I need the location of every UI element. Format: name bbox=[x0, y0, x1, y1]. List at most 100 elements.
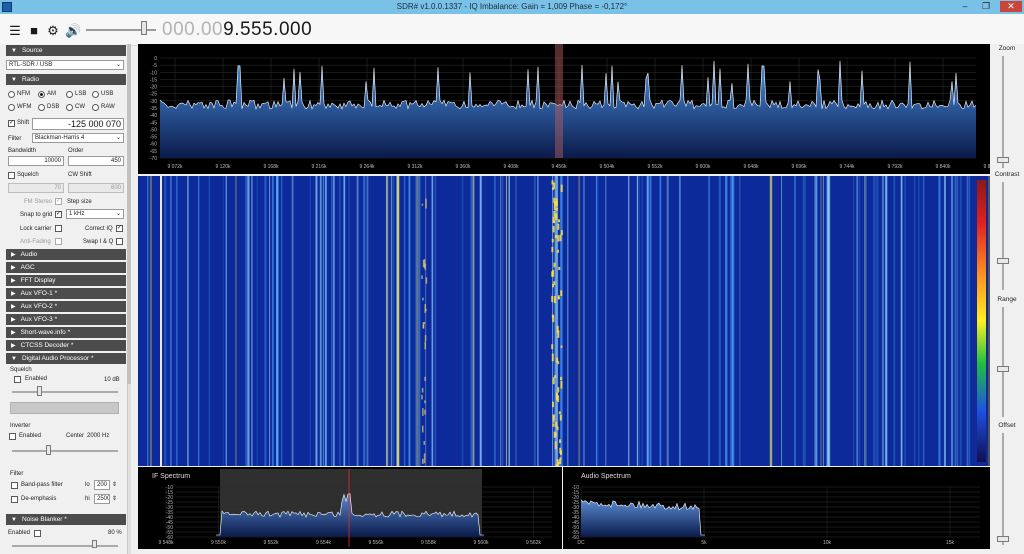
shift-input[interactable]: -125 000 070 bbox=[32, 118, 124, 130]
section-radio[interactable]: ▼ Radio bbox=[6, 74, 126, 85]
mode-radio-dsb[interactable] bbox=[38, 104, 45, 111]
mode-radio-raw[interactable] bbox=[92, 104, 99, 111]
snap-checkbox[interactable]: ✓ bbox=[55, 211, 62, 218]
speaker-icon[interactable]: 🔊 bbox=[65, 24, 81, 38]
signal-burst bbox=[557, 223, 560, 230]
waterfall-plot[interactable] bbox=[138, 176, 990, 471]
nb-enabled-checkbox[interactable] bbox=[34, 530, 41, 537]
stepsize-select[interactable]: 1 kHz ⌄ bbox=[66, 209, 124, 219]
shift-checkbox[interactable]: ✓ bbox=[8, 120, 15, 127]
chevron-down-icon: ⌄ bbox=[115, 62, 121, 68]
order-stepper[interactable]: 450 bbox=[68, 156, 124, 166]
close-button[interactable]: ✕ bbox=[1000, 1, 1022, 12]
signal-burst bbox=[559, 414, 562, 421]
signal-trace bbox=[149, 176, 152, 466]
frequency-active-digits[interactable]: 9.555.000 bbox=[223, 19, 312, 40]
dap-squelch-slider-thumb[interactable] bbox=[37, 386, 42, 396]
offset-slider-thumb[interactable] bbox=[997, 536, 1009, 542]
section-noise-blanker[interactable]: ▼ Noise Blanker * bbox=[6, 514, 126, 525]
section-shortwave[interactable]: ▶ Short-wave.info * bbox=[6, 327, 126, 338]
menu-icon[interactable]: ☰ bbox=[8, 24, 22, 38]
section-aux2[interactable]: ▶ Aux VFO-2 * bbox=[6, 301, 126, 312]
mode-radio-lsb[interactable] bbox=[66, 91, 73, 98]
mode-radio-cw[interactable] bbox=[66, 104, 73, 111]
maximize-button[interactable]: ❐ bbox=[979, 1, 993, 12]
main-spectrum-plot[interactable]: 0-5-10-15 -20-25-30-35-40-45-50 -55-60-65-… bbox=[138, 44, 999, 174]
signal-trace bbox=[781, 176, 782, 466]
contrast-slider-track[interactable] bbox=[1002, 182, 1004, 290]
signal-burst bbox=[424, 376, 426, 381]
frequency-display[interactable]: 000.009.555.000 bbox=[162, 19, 312, 43]
waterfall[interactable] bbox=[138, 176, 990, 471]
section-aux1[interactable]: ▶ Aux VFO-1 * bbox=[6, 288, 126, 299]
x-tick-label: 9 264k bbox=[359, 164, 375, 170]
bandpass-checkbox[interactable] bbox=[11, 482, 18, 489]
center-slider-thumb[interactable] bbox=[46, 445, 51, 455]
correctiq-checkbox[interactable]: ✓ bbox=[116, 225, 123, 232]
signal-trace bbox=[309, 176, 311, 466]
signal-burst bbox=[560, 230, 563, 236]
nb-slider-track[interactable] bbox=[12, 545, 118, 547]
range-slider-track[interactable] bbox=[1002, 307, 1004, 417]
inverter-checkbox[interactable] bbox=[9, 433, 16, 440]
signal-trace bbox=[198, 176, 200, 466]
section-fft[interactable]: ▶ FFT Display bbox=[6, 275, 126, 286]
mode-radio-nfm[interactable] bbox=[8, 91, 15, 98]
expand-arrow-icon: ▶ bbox=[11, 343, 16, 349]
mode-radio-am[interactable] bbox=[38, 91, 45, 98]
source-select[interactable]: RTL-SDR / USB ⌄ bbox=[6, 60, 124, 70]
antifading-checkbox[interactable] bbox=[55, 238, 62, 245]
frequency-leading-digits[interactable]: 000.00 bbox=[162, 19, 223, 40]
section-audio[interactable]: ▶ Audio bbox=[6, 249, 126, 260]
center-slider-track[interactable] bbox=[12, 450, 118, 452]
mode-radio-usb[interactable] bbox=[92, 91, 99, 98]
lo-stepper-icon[interactable]: ⇕ bbox=[112, 481, 117, 489]
gear-icon[interactable]: ⚙ bbox=[46, 24, 60, 38]
section-source[interactable]: ▼ Source bbox=[6, 45, 126, 56]
if-spectrum-plot[interactable]: IF Spectrum -10-15-20-25-30-35-40-45-50-… bbox=[138, 467, 562, 549]
audio-spectrum[interactable]: Audio Spectrum -10 -15 -20 -25 -30 -35 -40 -45-… bbox=[563, 467, 990, 549]
dap-filter-label: Filter bbox=[10, 471, 24, 477]
hi-stepper-icon[interactable]: ⇕ bbox=[112, 495, 117, 503]
vfo-marker[interactable] bbox=[555, 44, 563, 158]
stepsize-value: 1 kHz bbox=[69, 211, 85, 217]
range-slider-thumb[interactable] bbox=[997, 366, 1009, 372]
sidebar-scrollbar-thumb[interactable] bbox=[127, 44, 131, 384]
lockcarrier-checkbox[interactable] bbox=[55, 225, 62, 232]
signal-trace bbox=[269, 176, 271, 466]
minimize-button[interactable]: – bbox=[958, 1, 972, 12]
contrast-slider-thumb[interactable] bbox=[997, 258, 1009, 264]
main-spectrum[interactable]: 0 -5 -10 -15 -20 -25 -30 -35 -40 -45 -50 -55 -60 -65-… bbox=[138, 44, 999, 174]
offset-label: Offset bbox=[998, 422, 1016, 429]
section-agc[interactable]: ▶ AGC bbox=[6, 262, 126, 273]
volume-slider-thumb[interactable] bbox=[141, 21, 147, 35]
x-tick-label: 15k bbox=[946, 540, 955, 546]
signal-trace bbox=[877, 176, 879, 466]
lo-input[interactable]: 200 bbox=[94, 480, 110, 490]
mode-radio-wfm[interactable] bbox=[8, 104, 15, 111]
squelch-checkbox[interactable] bbox=[8, 172, 15, 179]
fmstereo-checkbox[interactable]: ✓ bbox=[55, 198, 62, 205]
swapiq-checkbox[interactable] bbox=[116, 238, 123, 245]
zoom-slider-thumb[interactable] bbox=[997, 157, 1009, 163]
cwshift-label: CW Shift bbox=[68, 172, 92, 178]
filter-select[interactable]: Blackman-Harris 4 ⌄ bbox=[32, 133, 124, 143]
section-ctcss[interactable]: ▶ CTCSS Decoder * bbox=[6, 340, 126, 351]
section-dap[interactable]: ▼ Digital Audio Processor * bbox=[6, 353, 126, 364]
dap-squelch-slider-track[interactable] bbox=[12, 391, 118, 393]
dap-squelch-checkbox[interactable] bbox=[14, 376, 21, 383]
cwshift-stepper[interactable]: 600 bbox=[68, 183, 124, 193]
deemphasis-checkbox[interactable] bbox=[11, 496, 18, 503]
if-spectrum[interactable]: IF Spectrum -10 -15 -20 -25 -30 -35 -40 -45 -50-… bbox=[138, 467, 562, 549]
audio-spectrum-plot[interactable]: Audio Spectrum -10-15-20-25-30-35-40-45-… bbox=[563, 467, 990, 549]
zoom-slider-track[interactable] bbox=[1002, 56, 1004, 168]
offset-slider-track[interactable] bbox=[1002, 433, 1004, 545]
squelch-stepper[interactable]: 70 bbox=[8, 183, 64, 193]
hi-input[interactable]: 2500 bbox=[94, 494, 110, 504]
stop-icon[interactable]: ■ bbox=[27, 24, 41, 38]
bandwidth-stepper[interactable]: 10000 bbox=[8, 156, 64, 166]
nb-slider-thumb[interactable] bbox=[92, 540, 97, 548]
signal-trace bbox=[814, 176, 816, 466]
signal-trace bbox=[164, 176, 167, 466]
section-aux3[interactable]: ▶ Aux VFO-3 * bbox=[6, 314, 126, 325]
